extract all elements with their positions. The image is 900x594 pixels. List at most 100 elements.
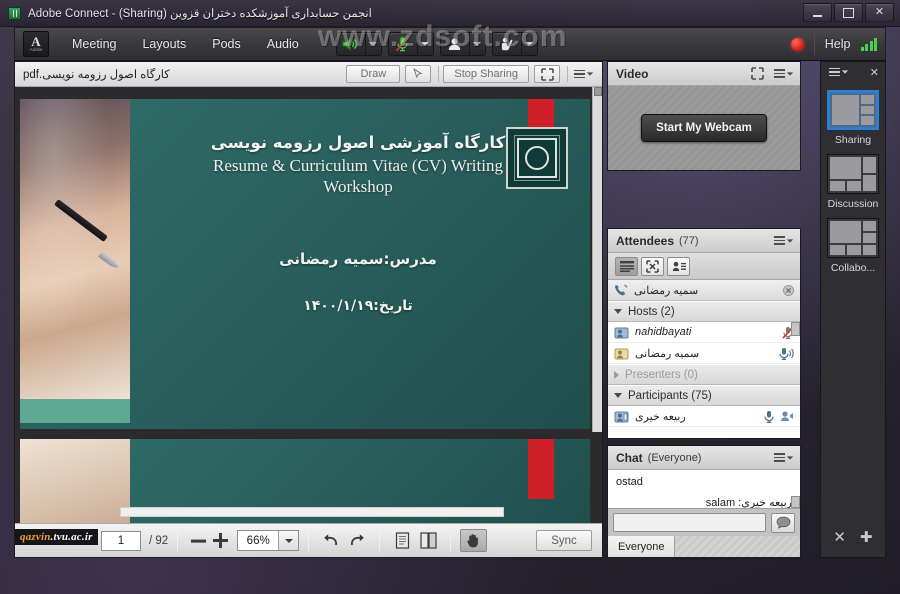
attendee-name: ربیعه خیری bbox=[635, 410, 686, 423]
breakout-rooms-icon[interactable] bbox=[641, 256, 664, 276]
attendee-group-label: Hosts (2) bbox=[628, 305, 675, 318]
video-pod-title: Video bbox=[616, 66, 649, 81]
menu-item-layouts[interactable]: Layouts bbox=[129, 32, 199, 56]
host-avatar-icon bbox=[614, 326, 629, 339]
slide-instructor: مدرس:سمیه رمضانی bbox=[279, 249, 437, 268]
chat-input-row bbox=[608, 508, 800, 536]
page-number-input[interactable]: 1 bbox=[101, 530, 141, 551]
attendees-pod-menu-icon[interactable] bbox=[772, 232, 796, 250]
chat-tab-everyone[interactable]: Everyone bbox=[608, 536, 676, 557]
share-pod-controls: 1 / 92 66% Sync bbox=[15, 523, 602, 557]
fullscreen-icon[interactable] bbox=[534, 65, 560, 83]
mic-active-icon[interactable] bbox=[778, 347, 794, 360]
list-view-icon[interactable] bbox=[615, 256, 638, 276]
page-double-icon[interactable] bbox=[415, 529, 441, 553]
menu-item-pods[interactable]: Pods bbox=[199, 32, 254, 56]
chat-pod: Chat (Everyone) ostad ربیعه خیری: salam … bbox=[607, 445, 801, 558]
layouts-menu-icon[interactable] bbox=[827, 63, 851, 81]
connection-strength-icon[interactable] bbox=[860, 37, 877, 51]
sync-button[interactable]: Sync bbox=[536, 530, 592, 551]
video-fullscreen-icon[interactable] bbox=[751, 67, 764, 80]
share-pod: کارگاه اصول رزومه نویسی.pdf Draw Stop Sh… bbox=[14, 61, 603, 558]
attendees-toolbar bbox=[608, 253, 800, 280]
layout-item-sharing[interactable]: Sharing bbox=[827, 90, 879, 146]
attendee-group-label: Participants (75) bbox=[628, 389, 712, 402]
recording-indicator-icon[interactable] bbox=[790, 37, 804, 51]
stop-sharing-button[interactable]: Stop Sharing bbox=[443, 65, 529, 83]
zoom-out-button[interactable] bbox=[187, 530, 209, 552]
shared-document-name: کارگاه اصول رزومه نویسی.pdf bbox=[23, 69, 170, 81]
minimize-button[interactable] bbox=[803, 3, 832, 22]
pointer-icon[interactable] bbox=[405, 65, 432, 83]
title-bar: انجمن حسابداری آموزشکده دختران قزوین (Sh… bbox=[0, 0, 900, 27]
attendee-group-hosts[interactable]: Hosts (2) bbox=[608, 301, 800, 322]
attendees-scrollbar[interactable] bbox=[791, 322, 800, 336]
attendee-card-icon[interactable] bbox=[667, 256, 690, 276]
draw-button[interactable]: Draw bbox=[346, 65, 401, 83]
undo-icon[interactable] bbox=[318, 529, 344, 553]
webcam-icon[interactable] bbox=[439, 32, 470, 56]
toolbar-separator bbox=[813, 33, 815, 55]
attendee-self-row[interactable]: سمیه رمضانی bbox=[608, 280, 800, 301]
chat-input[interactable] bbox=[613, 513, 766, 532]
slide-viewport[interactable]: کارگاه آموزشی اصول رزومه نویسی Resume & … bbox=[15, 87, 602, 523]
window-title: انجمن حسابداری آموزشکده دختران قزوین (Sh… bbox=[28, 8, 372, 20]
webcam-icon[interactable] bbox=[780, 410, 794, 422]
adobe-logo-word: Adobe bbox=[29, 47, 43, 52]
slide-title-en-line1: Resume & Curriculum Vitae (CV) Writing bbox=[213, 156, 503, 175]
watermark-part1: qazvin bbox=[20, 531, 51, 543]
chat-message: ostad bbox=[616, 476, 643, 488]
layout-thumbnail-collaboration bbox=[827, 218, 879, 258]
speaker-icon[interactable] bbox=[335, 32, 366, 56]
page-single-icon[interactable] bbox=[389, 529, 415, 553]
clear-status-icon[interactable] bbox=[783, 284, 794, 296]
chat-tabs: Everyone bbox=[608, 536, 800, 557]
expand-triangle-icon bbox=[614, 309, 622, 314]
page-total-label: / 92 bbox=[149, 534, 169, 547]
help-menu[interactable]: Help bbox=[825, 37, 851, 51]
close-button[interactable] bbox=[865, 3, 894, 22]
video-pod-body: Start My Webcam bbox=[608, 86, 800, 170]
video-pod-menu-icon[interactable] bbox=[772, 65, 796, 83]
participant-avatar-icon bbox=[614, 410, 629, 423]
slide-title-fa: کارگاه آموزشی اصول رزومه نویسی bbox=[210, 133, 506, 152]
chat-bubble-icon[interactable] bbox=[771, 512, 795, 533]
current-slide: کارگاه آموزشی اصول رزومه نویسی Resume & … bbox=[20, 99, 590, 429]
attendee-row[interactable]: nahidbayati bbox=[608, 322, 800, 343]
microphone-muted-icon[interactable] bbox=[387, 32, 418, 56]
layout-item-discussion[interactable]: Discussion bbox=[827, 154, 879, 210]
chat-pod-menu-icon[interactable] bbox=[772, 449, 796, 467]
chevron-down-icon[interactable] bbox=[278, 531, 299, 550]
chat-scrollbar[interactable] bbox=[791, 496, 800, 508]
attendees-pod: Attendees (77) سمیه رمضانی Hosts (2) nah… bbox=[607, 228, 801, 439]
hand-tool-icon[interactable] bbox=[460, 529, 488, 552]
slide-scrollbar[interactable] bbox=[592, 87, 602, 432]
close-x-icon[interactable]: ✕ bbox=[833, 530, 846, 545]
start-my-webcam-button[interactable]: Start My Webcam bbox=[641, 114, 767, 142]
mic-icon[interactable] bbox=[763, 410, 775, 423]
layouts-close-icon[interactable]: ✕ bbox=[870, 66, 879, 79]
zoom-level-select[interactable]: 66% bbox=[237, 530, 300, 551]
attendees-list[interactable]: سمیه رمضانی Hosts (2) nahidbayati سمیه ر… bbox=[608, 280, 800, 438]
layout-item-collaboration[interactable]: Collabo... bbox=[827, 218, 879, 274]
attendee-row[interactable]: ربیعه خیری bbox=[608, 406, 800, 427]
attendee-group-presenters[interactable]: Presenters (0) bbox=[608, 364, 800, 385]
raise-hand-dropdown-caret[interactable] bbox=[521, 32, 538, 56]
attendee-group-participants[interactable]: Participants (75) bbox=[608, 385, 800, 406]
share-pod-menu-icon[interactable] bbox=[572, 65, 596, 83]
zoom-in-button[interactable] bbox=[209, 530, 231, 552]
maximize-button[interactable] bbox=[834, 3, 863, 22]
layout-label: Discussion bbox=[827, 198, 879, 210]
speaker-dropdown-caret[interactable] bbox=[365, 32, 382, 56]
webcam-dropdown-caret[interactable] bbox=[469, 32, 486, 56]
attendee-row[interactable]: سمیه رمضانی bbox=[608, 343, 800, 364]
plus-icon[interactable]: ✚ bbox=[860, 530, 873, 545]
chat-messages[interactable]: ostad ربیعه خیری: salam bbox=[608, 470, 800, 508]
redo-icon[interactable] bbox=[344, 529, 370, 553]
raise-hand-icon[interactable] bbox=[491, 32, 522, 56]
microphone-dropdown-caret[interactable] bbox=[417, 32, 434, 56]
menu-item-audio[interactable]: Audio bbox=[254, 32, 312, 56]
microphone-control bbox=[387, 32, 434, 56]
menu-item-meeting[interactable]: Meeting bbox=[59, 32, 129, 56]
window-controls bbox=[803, 3, 894, 22]
